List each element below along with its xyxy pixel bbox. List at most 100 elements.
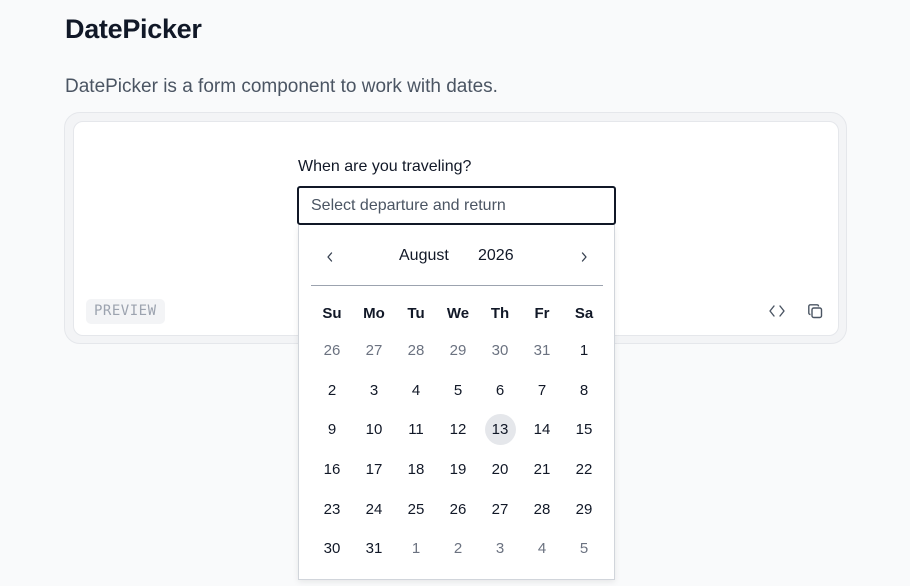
calendar-day[interactable]: 16 — [311, 454, 353, 486]
calendar-day[interactable]: 24 — [353, 493, 395, 525]
calendar-day[interactable]: 29 — [437, 335, 479, 367]
calendar-day-number: 28 — [533, 500, 551, 518]
calendar-day-number: 3 — [495, 540, 505, 558]
copy-code-button[interactable] — [804, 300, 826, 322]
calendar-day[interactable]: 2 — [437, 533, 479, 565]
calendar-month[interactable]: August — [399, 247, 449, 265]
page-description: DatePicker is a form component to work w… — [65, 76, 498, 97]
calendar-day[interactable]: 9 — [311, 414, 353, 446]
calendar-day-number: 5 — [579, 540, 589, 558]
calendar-day-number: 31 — [533, 342, 551, 360]
copy-icon — [807, 303, 822, 318]
calendar-popover: August 2026 Su Mo Tu We Th Fr Sa 26 27 28 2… — [298, 225, 615, 580]
calendar-day-number: 12 — [449, 421, 467, 439]
calendar-day[interactable]: 5 — [437, 374, 479, 406]
calendar-day-number: 26 — [449, 500, 467, 518]
calendar-day[interactable]: 15 — [563, 414, 605, 446]
calendar-day[interactable]: 3 — [479, 533, 521, 565]
calendar-day[interactable]: 31 — [353, 533, 395, 565]
chevron-right-icon — [581, 252, 587, 262]
calendar-weeks: 26 27 28 29 30 31 1 2 3 4 5 6 7 8 9 10 11 12 13 14 15 16 17 18 1… — [311, 331, 605, 569]
calendar-day[interactable]: 12 — [437, 414, 479, 446]
calendar-day-number: 1 — [411, 540, 421, 558]
calendar-day-number: 25 — [407, 500, 425, 518]
calendar-day-number: 22 — [575, 461, 593, 479]
weekday-header: Su Mo Tu We Th Fr Sa — [311, 295, 605, 331]
calendar-day[interactable]: 5 — [563, 533, 605, 565]
calendar-day[interactable]: 11 — [395, 414, 437, 446]
page-title: DatePicker — [65, 14, 202, 44]
calendar-day[interactable]: 30 — [479, 335, 521, 367]
calendar-day[interactable]: 31 — [521, 335, 563, 367]
calendar-day-number: 11 — [408, 421, 424, 439]
calendar-day[interactable]: 4 — [395, 374, 437, 406]
calendar-day[interactable]: 20 — [479, 454, 521, 486]
calendar-week-row: 23 24 25 26 27 28 29 — [311, 489, 605, 529]
preview-badge: PREVIEW — [86, 299, 165, 324]
calendar-day-today[interactable]: 13 — [479, 414, 521, 446]
previous-month-button[interactable] — [315, 243, 345, 271]
calendar-day-number: 29 — [575, 500, 593, 518]
calendar-day[interactable]: 3 — [353, 374, 395, 406]
calendar-day-number: 28 — [407, 342, 425, 360]
weekday-label: Tu — [407, 304, 425, 322]
calendar-day-number: 1 — [579, 342, 589, 360]
next-month-button[interactable] — [569, 243, 599, 271]
date-range-input[interactable] — [297, 186, 616, 225]
calendar-day-number: 8 — [579, 381, 589, 399]
calendar-day-number: 7 — [537, 381, 547, 399]
calendar-day[interactable]: 22 — [563, 454, 605, 486]
calendar-day[interactable]: 30 — [311, 533, 353, 565]
calendar-day[interactable]: 7 — [521, 374, 563, 406]
code-icon — [769, 305, 785, 317]
calendar-day[interactable]: 28 — [521, 493, 563, 525]
weekday-label: Th — [490, 304, 510, 322]
calendar-day-number: 30 — [323, 540, 341, 558]
calendar-day[interactable]: 18 — [395, 454, 437, 486]
calendar-day-number: 6 — [495, 381, 505, 399]
calendar-day[interactable]: 6 — [479, 374, 521, 406]
calendar-day[interactable]: 29 — [563, 493, 605, 525]
calendar-day-number: 13 — [484, 414, 516, 446]
calendar-day-number: 17 — [365, 461, 383, 479]
weekday-label: Mo — [363, 304, 385, 322]
calendar-week-row: 9 10 11 12 13 14 15 — [311, 410, 605, 450]
calendar-day-number: 30 — [491, 342, 509, 360]
calendar-day[interactable]: 4 — [521, 533, 563, 565]
calendar-day-number: 24 — [365, 500, 383, 518]
weekday-label: Fr — [534, 304, 550, 322]
calendar-day[interactable]: 1 — [395, 533, 437, 565]
view-code-button[interactable] — [766, 300, 788, 322]
calendar-day-number: 4 — [537, 540, 547, 558]
weekday-label: Su — [322, 304, 342, 322]
calendar-day-number: 4 — [411, 381, 421, 399]
calendar-day[interactable]: 2 — [311, 374, 353, 406]
calendar-week-row: 16 17 18 19 20 21 22 — [311, 450, 605, 490]
calendar-day-number: 27 — [365, 342, 383, 360]
calendar-day[interactable]: 14 — [521, 414, 563, 446]
calendar-day-number: 15 — [575, 421, 593, 439]
weekday-label: Sa — [574, 304, 594, 322]
calendar-day-number: 31 — [365, 540, 383, 558]
calendar-day[interactable]: 8 — [563, 374, 605, 406]
calendar-day[interactable]: 19 — [437, 454, 479, 486]
calendar-day[interactable]: 26 — [311, 335, 353, 367]
calendar-day[interactable]: 27 — [353, 335, 395, 367]
calendar-day-number: 23 — [323, 500, 341, 518]
calendar-week-row: 30 31 1 2 3 4 5 — [311, 529, 605, 569]
calendar-day-number: 21 — [533, 461, 551, 479]
calendar-day-number: 2 — [327, 381, 337, 399]
calendar-day[interactable]: 21 — [521, 454, 563, 486]
calendar-day[interactable]: 25 — [395, 493, 437, 525]
calendar-day[interactable]: 23 — [311, 493, 353, 525]
calendar-day-number: 14 — [533, 421, 551, 439]
calendar-year[interactable]: 2026 — [478, 247, 514, 265]
calendar-day[interactable]: 17 — [353, 454, 395, 486]
calendar-day[interactable]: 26 — [437, 493, 479, 525]
calendar-day[interactable]: 1 — [563, 335, 605, 367]
calendar-day-number: 19 — [449, 461, 467, 479]
calendar-day[interactable]: 27 — [479, 493, 521, 525]
calendar-day[interactable]: 28 — [395, 335, 437, 367]
calendar-divider — [311, 285, 603, 286]
calendar-day[interactable]: 10 — [353, 414, 395, 446]
